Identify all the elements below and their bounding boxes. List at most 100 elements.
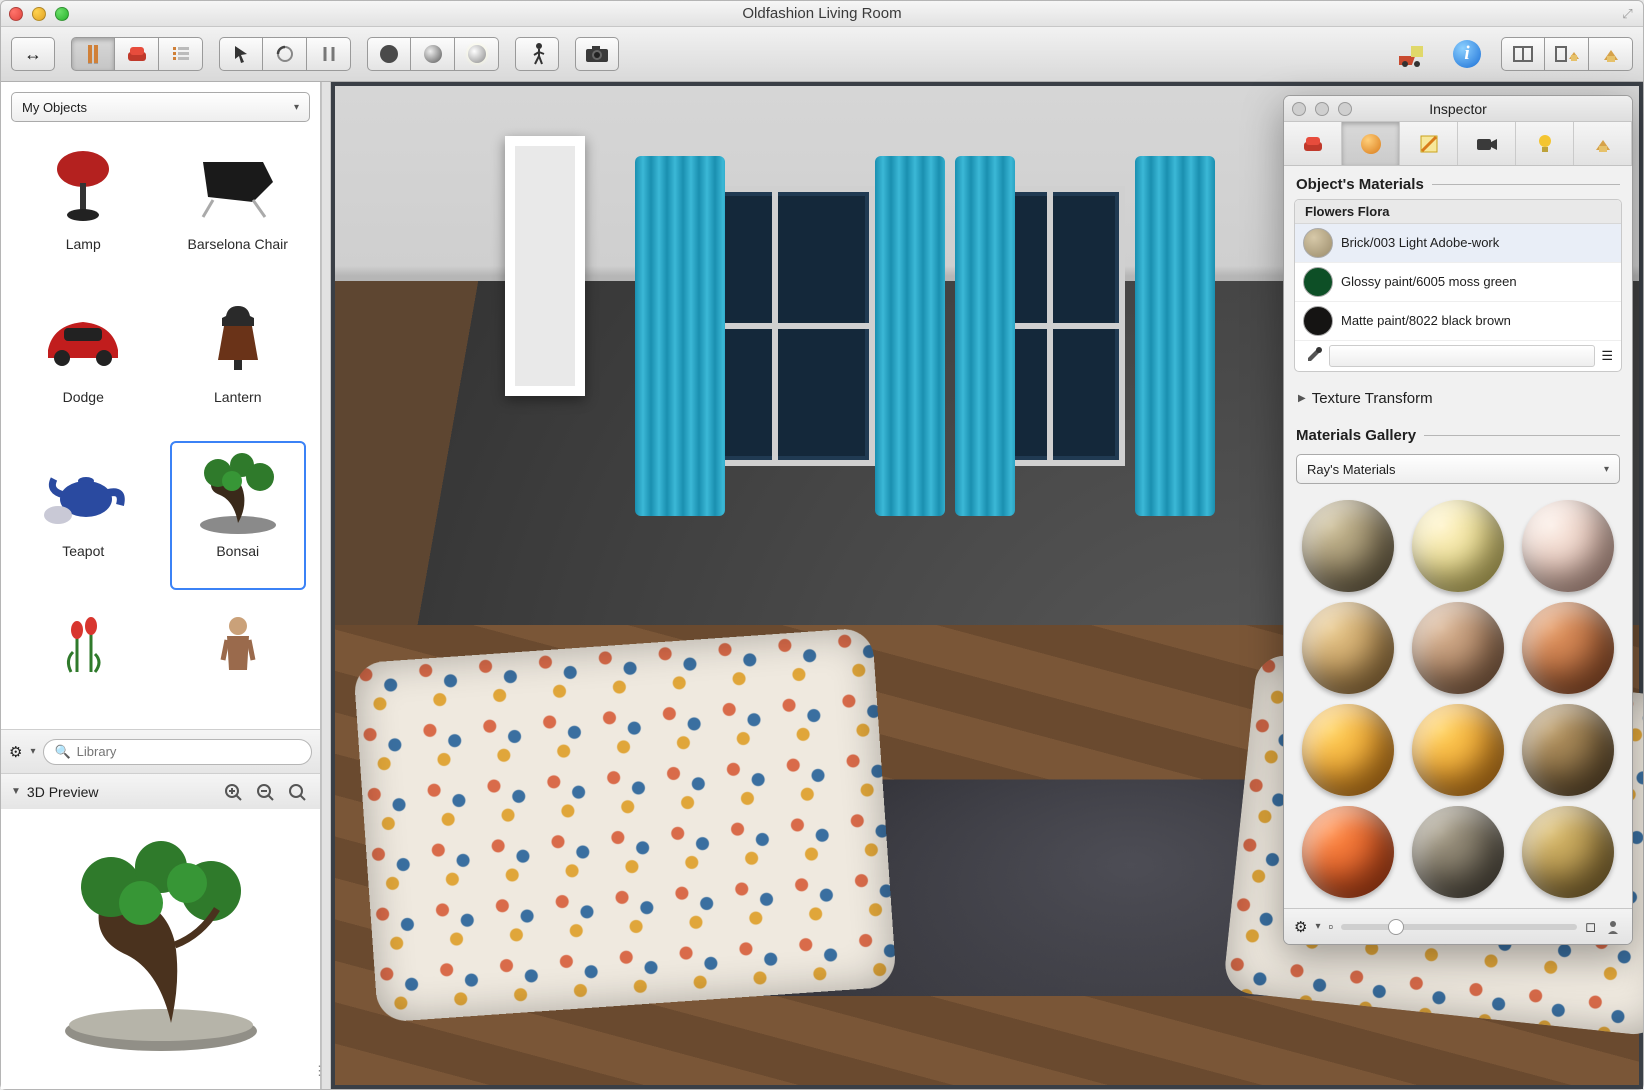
render-shaded-button[interactable]: [411, 37, 455, 71]
material-picker-row: ☰: [1295, 341, 1621, 371]
material-swatch-icon: [1303, 267, 1333, 297]
select-tool-button[interactable]: [219, 37, 263, 71]
view-3d-button[interactable]: [1589, 37, 1633, 71]
car-icon: [28, 295, 138, 385]
inspector-panel: Inspector Object's Materials Flowers Flo…: [1283, 95, 1633, 945]
material-row[interactable]: Glossy paint/6005 moss green: [1295, 263, 1621, 302]
materials-object-name: Flowers Flora: [1295, 200, 1621, 224]
flower-icon: [28, 602, 138, 692]
gear-chevron-icon: ▾: [1315, 921, 1320, 932]
object-item-lamp[interactable]: Lamp: [15, 134, 152, 283]
object-label: Lamp: [66, 236, 101, 252]
material-row[interactable]: Matte paint/8022 black brown: [1295, 302, 1621, 341]
objects-grid: Lamp Barselona Chair Dodge: [1, 128, 320, 729]
tab-object[interactable]: [1284, 122, 1342, 165]
app-window: Oldfashion Living Room ⤢ ↔: [0, 0, 1644, 1090]
person-view-icon[interactable]: [1604, 918, 1622, 936]
gear-menu-chevron-icon: ▾: [30, 746, 35, 757]
material-sphere[interactable]: [1412, 500, 1504, 592]
material-sphere[interactable]: [1412, 806, 1504, 898]
furniture-library-button[interactable]: [71, 37, 115, 71]
object-label: Dodge: [63, 389, 104, 405]
lantern-icon: [183, 295, 293, 385]
inspector-titlebar[interactable]: Inspector: [1284, 96, 1632, 122]
section-title: Object's Materials: [1296, 176, 1424, 193]
inspector-tabs: [1284, 122, 1632, 166]
view-split-button[interactable]: [1545, 37, 1589, 71]
list-menu-icon[interactable]: ☰: [1601, 348, 1613, 364]
list-library-button[interactable]: [159, 37, 203, 71]
snapshot-button[interactable]: [575, 37, 619, 71]
zoom-fit-button[interactable]: [284, 780, 310, 804]
material-sphere[interactable]: [1302, 806, 1394, 898]
object-item-tulips[interactable]: [15, 594, 152, 723]
titlebar: Oldfashion Living Room ⤢: [1, 1, 1643, 27]
gallery-category-dropdown[interactable]: Ray's Materials ▾: [1296, 454, 1620, 484]
material-sphere[interactable]: [1302, 500, 1394, 592]
material-picker-field[interactable]: [1329, 345, 1595, 367]
library-search[interactable]: 🔍: [43, 739, 312, 765]
library-search-input[interactable]: [77, 744, 301, 759]
fullscreen-icon[interactable]: ⤢: [1620, 6, 1635, 21]
chevron-down-icon: ▾: [294, 102, 299, 113]
disclosure-triangle-icon[interactable]: ▼: [11, 786, 21, 797]
object-item-dodge[interactable]: Dodge: [15, 287, 152, 436]
section-object-materials: Object's Materials: [1284, 166, 1632, 199]
tab-dimensions[interactable]: [1400, 122, 1458, 165]
gear-icon[interactable]: ⚙: [9, 743, 22, 761]
sidebar-splitter[interactable]: ⋮⋮: [321, 82, 331, 1089]
eyedropper-icon[interactable]: [1303, 346, 1323, 366]
view-group: [1501, 37, 1633, 71]
orbit-tool-button[interactable]: [263, 37, 307, 71]
chevron-right-icon: ▶: [1298, 393, 1306, 404]
import-model-button[interactable]: [1395, 37, 1433, 71]
object-label: Bonsai: [216, 543, 259, 559]
materials-list: Flowers Flora Brick/003 Light Adobe-work…: [1294, 199, 1622, 372]
material-sphere[interactable]: [1522, 704, 1614, 796]
gear-icon[interactable]: ⚙: [1294, 918, 1307, 936]
tab-building[interactable]: [1574, 122, 1632, 165]
thumbnail-size-slider[interactable]: [1341, 924, 1577, 930]
texture-transform-disclosure[interactable]: ▶ Texture Transform: [1284, 380, 1632, 417]
walk-mode-button[interactable]: [515, 37, 559, 71]
preview-viewport[interactable]: [1, 809, 320, 1089]
tab-materials[interactable]: [1342, 122, 1400, 165]
object-item-lantern[interactable]: Lantern: [170, 287, 307, 436]
material-name: Glossy paint/6005 moss green: [1341, 274, 1613, 290]
seating-library-button[interactable]: [115, 37, 159, 71]
object-label: Barselona Chair: [188, 236, 288, 252]
toolbar: ↔: [1, 27, 1643, 82]
preview-title: 3D Preview: [27, 784, 214, 800]
material-sphere[interactable]: [1522, 602, 1614, 694]
object-item-figure[interactable]: [170, 594, 307, 723]
material-sphere[interactable]: [1412, 704, 1504, 796]
objects-category-dropdown[interactable]: My Objects ▾: [11, 92, 310, 122]
object-item-teapot[interactable]: Teapot: [15, 441, 152, 590]
zoom-out-button[interactable]: [252, 780, 278, 804]
info-button[interactable]: i: [1449, 37, 1485, 71]
slider-knob[interactable]: [1388, 919, 1404, 935]
tab-lighting[interactable]: [1516, 122, 1574, 165]
object-item-bonsai[interactable]: Bonsai: [170, 441, 307, 590]
teapot-icon: [28, 449, 138, 539]
material-swatch-icon: [1303, 306, 1333, 336]
measure-tool-button[interactable]: [307, 37, 351, 71]
render-lit-button[interactable]: [455, 37, 499, 71]
object-item-chair[interactable]: Barselona Chair: [170, 134, 307, 283]
section-title: Materials Gallery: [1296, 427, 1416, 444]
material-sphere[interactable]: [1412, 602, 1504, 694]
material-sphere[interactable]: [1522, 806, 1614, 898]
material-sphere[interactable]: [1302, 602, 1394, 694]
material-sphere[interactable]: [1302, 704, 1394, 796]
zoom-in-button[interactable]: [220, 780, 246, 804]
inspector-title: Inspector: [1284, 101, 1632, 117]
tab-camera[interactable]: [1458, 122, 1516, 165]
nav-arrows-button[interactable]: ↔: [11, 37, 55, 71]
bonsai-icon: [183, 449, 293, 539]
view-2d-button[interactable]: [1501, 37, 1545, 71]
material-sphere[interactable]: [1522, 500, 1614, 592]
dropdown-label: Ray's Materials: [1307, 462, 1395, 477]
dropdown-label: My Objects: [22, 100, 87, 115]
material-row[interactable]: Brick/003 Light Adobe-work: [1295, 224, 1621, 263]
render-flat-button[interactable]: [367, 37, 411, 71]
